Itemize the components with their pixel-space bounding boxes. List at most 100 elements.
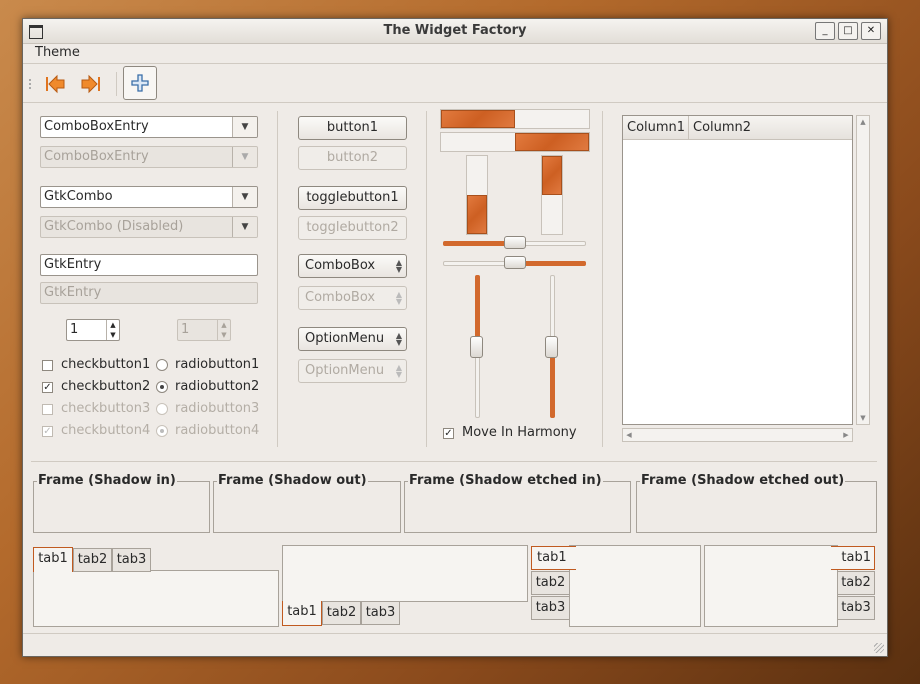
column-separator — [277, 111, 278, 447]
notebook-bottom-page — [282, 545, 528, 602]
updown-arrows-icon: ▲ ▼ — [395, 258, 402, 274]
radiobutton4-label: radiobutton4 — [175, 423, 260, 438]
notebook-left-page — [569, 545, 701, 627]
back-button[interactable] — [39, 68, 71, 100]
vscale2-slider[interactable] — [545, 336, 558, 358]
combobox-entry-text: ComboBoxEntry — [44, 119, 149, 134]
checkbutton3-label: checkbutton3 — [61, 401, 151, 416]
checkbutton3-box — [42, 404, 53, 415]
title-bar[interactable]: The Widget Factory _ □ ✕ — [23, 19, 887, 44]
forward-button[interactable] — [75, 68, 107, 100]
toolbar-grip-icon[interactable] — [29, 79, 35, 89]
column1-header[interactable]: Column1 — [623, 116, 689, 140]
button1[interactable]: button1 — [298, 116, 407, 140]
notebook-top-page — [33, 570, 279, 627]
minimize-button[interactable]: _ — [815, 22, 835, 40]
maximize-button[interactable]: □ — [838, 22, 858, 40]
add-icon — [131, 74, 149, 92]
gtk-entry-disabled: GtkEntry — [40, 282, 258, 304]
combobox-entry-disabled-text: ComboBoxEntry — [44, 149, 149, 164]
notebook-bottom-tab3[interactable]: tab3 — [361, 601, 400, 625]
notebook-right-tab3[interactable]: tab3 — [837, 596, 875, 620]
combobox-disabled-text: ComboBox — [305, 290, 376, 305]
notebook-right-tab1[interactable]: tab1 — [831, 546, 875, 570]
vscale2[interactable] — [545, 275, 558, 418]
checkbutton2-box[interactable]: ✓ — [42, 382, 53, 393]
scroll-down-icon[interactable]: ▼ — [857, 412, 869, 424]
optionmenu[interactable]: OptionMenu ▲ ▼ — [298, 327, 407, 351]
progress-bar-rtl — [440, 132, 590, 152]
spin-value-disabled: 1 — [181, 322, 190, 337]
progress-bar-ltr — [440, 109, 590, 129]
combobox-entry[interactable]: ComboBoxEntry ▼ — [40, 116, 258, 138]
optionmenu-disabled: OptionMenu ▲ ▼ — [298, 359, 407, 383]
scroll-up-icon[interactable]: ▲ — [857, 116, 869, 128]
hscale1[interactable] — [443, 236, 586, 249]
close-button[interactable]: ✕ — [861, 22, 881, 40]
resize-grip-icon[interactable] — [874, 643, 884, 653]
togglebutton1[interactable]: togglebutton1 — [298, 186, 407, 210]
checkbutton1-label[interactable]: checkbutton1 — [61, 357, 150, 372]
checkbutton1-box[interactable] — [42, 360, 53, 371]
column2-header[interactable]: Column2 — [689, 116, 852, 140]
radiobutton2-label[interactable]: radiobutton2 — [175, 379, 259, 394]
radiobutton2-circle[interactable] — [156, 381, 168, 393]
notebook-top-tab3[interactable]: tab3 — [112, 548, 151, 572]
notebook-right-page — [704, 545, 838, 627]
frame-shadow-out: Frame (Shadow out) — [213, 473, 401, 533]
radiobutton1-label[interactable]: radiobutton1 — [175, 357, 259, 372]
menu-theme[interactable]: Theme — [35, 45, 80, 60]
chevron-down-icon[interactable]: ▼ — [232, 187, 257, 207]
notebook-top-tab1[interactable]: tab1 — [33, 547, 73, 572]
tree-view[interactable]: Column1 Column2 — [622, 115, 853, 425]
scroll-right-icon[interactable]: ▶ — [840, 429, 852, 441]
radiobutton1-circle[interactable] — [156, 359, 168, 371]
notebook-bottom-tab2[interactable]: tab2 — [322, 601, 361, 625]
notebook-top-tab2[interactable]: tab2 — [73, 548, 112, 572]
progress-bar-ltr-fill — [441, 110, 515, 128]
spin-button-disabled: 1 ▲ ▼ — [177, 319, 231, 341]
frame-shadow-in: Frame (Shadow in) — [33, 473, 210, 533]
notebook-left-tab3[interactable]: tab3 — [531, 596, 570, 620]
progress-bar-btt-fill — [467, 195, 487, 234]
hscale1-slider[interactable] — [504, 236, 526, 249]
hscale2[interactable] — [443, 256, 586, 269]
combobox-entry-disabled: ComboBoxEntry ▼ — [40, 146, 258, 168]
optionmenu-text: OptionMenu — [305, 331, 385, 346]
frame-shadow-etched-out: Frame (Shadow etched out) — [636, 473, 877, 533]
gtk-entry[interactable]: GtkEntry — [40, 254, 258, 276]
checkbutton4-label: checkbutton4 — [61, 423, 151, 438]
tree-horizontal-scrollbar[interactable]: ◀ ▶ — [622, 428, 853, 442]
vscale1[interactable] — [470, 275, 483, 418]
add-button[interactable] — [123, 66, 157, 100]
move-in-harmony-check[interactable]: ✓ — [443, 428, 454, 439]
frame-shadow-etched-in: Frame (Shadow etched in) — [404, 473, 631, 533]
window-title: The Widget Factory — [383, 23, 527, 38]
chevron-down-icon[interactable]: ▼ — [232, 117, 257, 137]
vscale1-slider[interactable] — [470, 336, 483, 358]
move-in-harmony-label[interactable]: Move In Harmony — [462, 425, 577, 440]
gtk-combo[interactable]: GtkCombo ▼ — [40, 186, 258, 208]
toolbar-separator — [116, 72, 117, 96]
go-back-icon — [46, 74, 65, 94]
checkbutton2-label[interactable]: checkbutton2 — [61, 379, 150, 394]
updown-arrows-icon: ▲ ▼ — [395, 363, 402, 379]
progress-bar-btt — [466, 155, 488, 235]
notebook-right-tab2[interactable]: tab2 — [837, 571, 875, 595]
notebook-bottom-tab1[interactable]: tab1 — [282, 601, 322, 626]
togglebutton2: togglebutton2 — [298, 216, 407, 240]
spin-arrows-icon[interactable]: ▲ ▼ — [106, 320, 119, 340]
tree-vertical-scrollbar[interactable]: ▲ ▼ — [856, 115, 870, 425]
combobox-disabled: ComboBox ▲ ▼ — [298, 286, 407, 310]
gtk-combo-disabled-text: GtkCombo (Disabled) — [44, 219, 184, 234]
menubar-divider — [23, 63, 887, 64]
column-separator — [602, 111, 603, 447]
combobox[interactable]: ComboBox ▲ ▼ — [298, 254, 407, 278]
notebook-left-tab2[interactable]: tab2 — [531, 571, 570, 595]
frame-shadow-out-label: Frame (Shadow out) — [217, 473, 368, 488]
scroll-left-icon[interactable]: ◀ — [623, 429, 635, 441]
frame-shadow-etched-out-label: Frame (Shadow etched out) — [640, 473, 846, 488]
notebook-left-tab1[interactable]: tab1 — [531, 546, 576, 570]
hscale2-slider[interactable] — [504, 256, 526, 269]
spin-button[interactable]: 1 ▲ ▼ — [66, 319, 120, 341]
